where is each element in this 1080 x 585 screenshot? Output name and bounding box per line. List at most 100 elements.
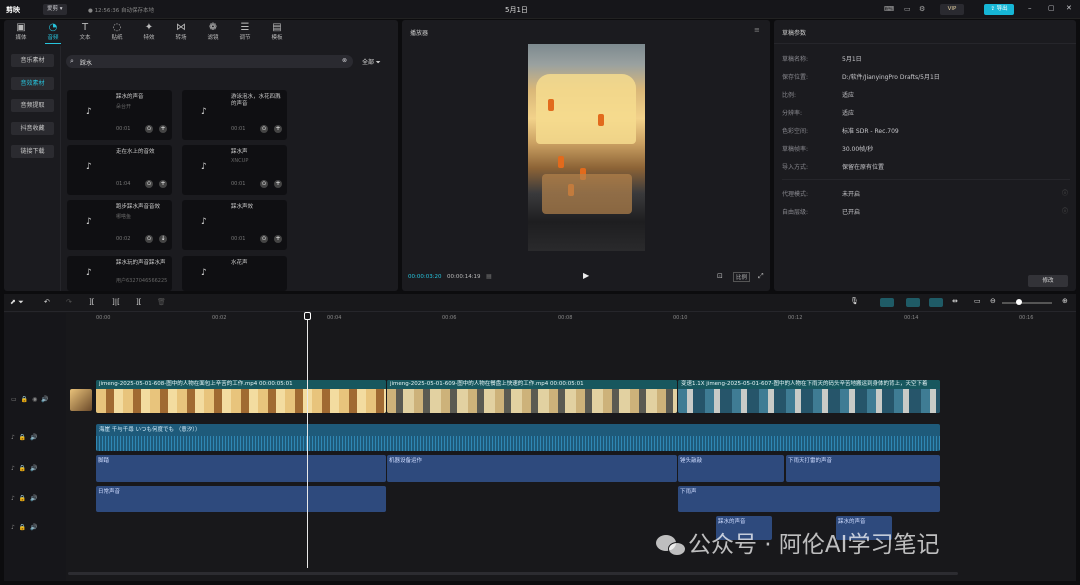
favorite-icon[interactable]: ✩ [145,125,153,133]
align-icon[interactable]: ⇹ [952,297,958,305]
sfx-card[interactable]: ♪ 踩水声效 00:01 ✩ + [182,200,287,250]
vip-button[interactable]: VIP [940,4,964,15]
maximize-icon[interactable]: ▢ [1048,4,1055,12]
timeline-mode-icon[interactable]: ▦ [486,273,492,280]
redo-icon[interactable]: ↷ [66,298,72,306]
caption-icon[interactable]: ▭ [974,297,981,305]
select-tool-icon[interactable]: ⬈ ⏷ [10,298,24,307]
tab-transition[interactable]: ⋈ 转场 [168,22,194,42]
video-clip[interactable]: 变速1.1X jimeng-2025-05-01-607-图中的人物在下雨天的码… [678,380,940,413]
sidebar-item-music[interactable]: 音乐素材 [11,54,54,67]
tab-sticker[interactable]: ◌ 贴纸 [104,22,130,42]
tab-text[interactable]: T 文本 [72,22,98,42]
close-icon[interactable]: ✕ [1066,4,1072,12]
profile-badge[interactable]: 爱剪 ▾ [43,4,67,15]
sidebar-item-douyin[interactable]: 抖音收藏 [11,122,54,135]
trim-left-icon[interactable]: ]|[ [112,298,120,306]
tab-media[interactable]: ▣ 媒体 [8,22,34,42]
sidebar-item-extract[interactable]: 音频提取 [11,99,54,112]
music-clip[interactable]: 海崖 千与千尋 いつも何度でも （意汐）） [96,424,940,451]
mic-icon[interactable]: 🎙 [850,297,859,305]
split-icon[interactable]: ][ [89,298,94,306]
sfx-card[interactable]: ♪ 踩水玩的声音踩水声 用户6327046566225 [67,256,172,291]
download-icon[interactable]: ↓ [159,235,167,243]
zoom-slider[interactable] [1002,299,1052,305]
video-clip[interactable]: jimeng-2025-05-01-608-图中的人物在面包上辛苦的工作.mp4… [96,380,386,413]
add-icon[interactable]: + [159,125,167,133]
search-input[interactable]: ⌕ 踩水 ⊗ [66,55,353,68]
playhead[interactable] [307,313,308,568]
wechat-icon [656,533,688,557]
settings-icon[interactable]: ⚙ [919,5,925,13]
undo-icon[interactable]: ↶ [44,298,50,306]
clear-icon[interactable]: ⊗ [342,57,347,64]
playhead-handle[interactable] [304,312,311,320]
filter-dropdown[interactable]: 全部 ⏷ [362,57,381,67]
fullscreen-icon[interactable]: ⤢ [758,272,764,281]
favorite-icon[interactable]: ✩ [260,235,268,243]
timeline-toolbar: ⬈ ⏷ ↶ ↷ ][ ]|[ ][ 🗑 🎙 ⇹ ▭ ⊖ ⊕ [4,294,1076,312]
edit-button[interactable]: 修改 [1028,275,1068,287]
ruler-label: 00:02 [212,315,227,321]
favorite-icon[interactable]: ✩ [145,180,153,188]
ratio-button[interactable]: 比例 [733,272,751,282]
info-icon[interactable]: ⓘ [1062,188,1068,197]
param-label: 比例: [782,92,797,99]
add-icon[interactable]: + [274,180,282,188]
audio-clip[interactable]: 下雨天打雷的声音 [786,455,940,482]
keyboard-icon[interactable]: ⌨ [884,5,894,13]
sfx-card[interactable]: ♪ 走在水上的音效 01:04 ✩ + [67,145,172,195]
sidebar-item-sfx[interactable]: 音效素材 [11,77,54,90]
zoom-out-icon[interactable]: ⊖ [990,297,996,305]
param-label: 草稿名称: [782,56,809,63]
sfx-card[interactable]: ♪ 踩水声 XNCUP 00:01 ✩ + [182,145,287,195]
add-icon[interactable]: + [274,235,282,243]
play-button[interactable]: ▶ [583,271,589,280]
watermark: 公众号 · 阿伦AI学习笔记 [656,525,939,559]
favorite-icon[interactable]: ✩ [260,180,268,188]
tab-adjust[interactable]: ☰ 调节 [232,22,258,42]
sfx-card[interactable]: ♪ 踩水的声音 朵台开 00:01 ✩ + [67,90,172,140]
layout-icon[interactable]: ▭ [904,5,911,13]
param-label: 自由层级: [782,209,809,216]
minimize-icon[interactable]: – [1028,4,1032,12]
tab-filter[interactable]: ❁ 滤镜 [200,22,226,42]
tab-effects[interactable]: ✦ 特效 [136,22,162,42]
audio-clip[interactable]: 脚踏 [96,455,386,482]
favorite-icon[interactable]: ✩ [145,235,153,243]
sidebar-item-link[interactable]: 链接下载 [11,145,54,158]
fullscreen-crop-icon[interactable]: ⊡ [717,272,723,280]
audio-track-controls[interactable]: ♪🔒🔊 [11,465,42,472]
preview-axis-icon[interactable] [929,298,943,307]
music-note-icon: ♪ [201,268,207,278]
trim-right-icon[interactable]: ][ [136,298,141,306]
info-icon[interactable]: ⓘ [1062,206,1068,215]
zoom-in-icon[interactable]: ⊕ [1062,297,1068,305]
ruler-label: 00:12 [788,315,803,321]
cover-thumb[interactable] [70,389,92,411]
sfx-card[interactable]: ♪ 水花声 [182,256,287,291]
tab-template[interactable]: ▤ 模板 [264,22,290,42]
link-main-icon[interactable] [880,298,894,307]
audio-clip[interactable]: 下雨声 [678,486,940,512]
audio-track-controls[interactable]: ♪🔒🔊 [11,434,42,441]
player-menu-icon[interactable]: ≡ [754,26,760,34]
delete-icon[interactable]: 🗑 [157,298,166,306]
audio-clip[interactable]: 锤头敲敲 [678,455,784,482]
sfx-card[interactable]: ♪ 游泳泡水，水花四溅的声音 00:01 ✩ + [182,90,287,140]
audio-track-controls[interactable]: ♪🔒🔊 [11,524,42,531]
export-button[interactable]: ⇪ 导出 [984,4,1014,15]
favorite-icon[interactable]: ✩ [260,125,268,133]
add-icon[interactable]: + [159,180,167,188]
sfx-card[interactable]: ♪ 跑步踩水声音音效 哪嗒鱼 00:02 ✩ ↓ [67,200,172,250]
add-icon[interactable]: + [274,125,282,133]
video-clip[interactable]: jimeng-2025-05-01-609-图中的人物在餐盘上快速的工作.mp4… [387,380,677,413]
audio-track-controls[interactable]: ♪🔒🔊 [11,495,42,502]
autosave-status: ● 12:56:36 自动保存本地 [88,8,155,14]
timeline-scrollbar[interactable] [68,572,958,575]
video-track-controls[interactable]: ▭🔒◉🔊 [11,396,53,403]
audio-clip[interactable]: 日常声音 [96,486,386,512]
link-audio-icon[interactable] [906,298,920,307]
tab-audio[interactable]: ◔ 音频 [40,22,66,42]
audio-clip[interactable]: 机器设备运作 [387,455,677,482]
